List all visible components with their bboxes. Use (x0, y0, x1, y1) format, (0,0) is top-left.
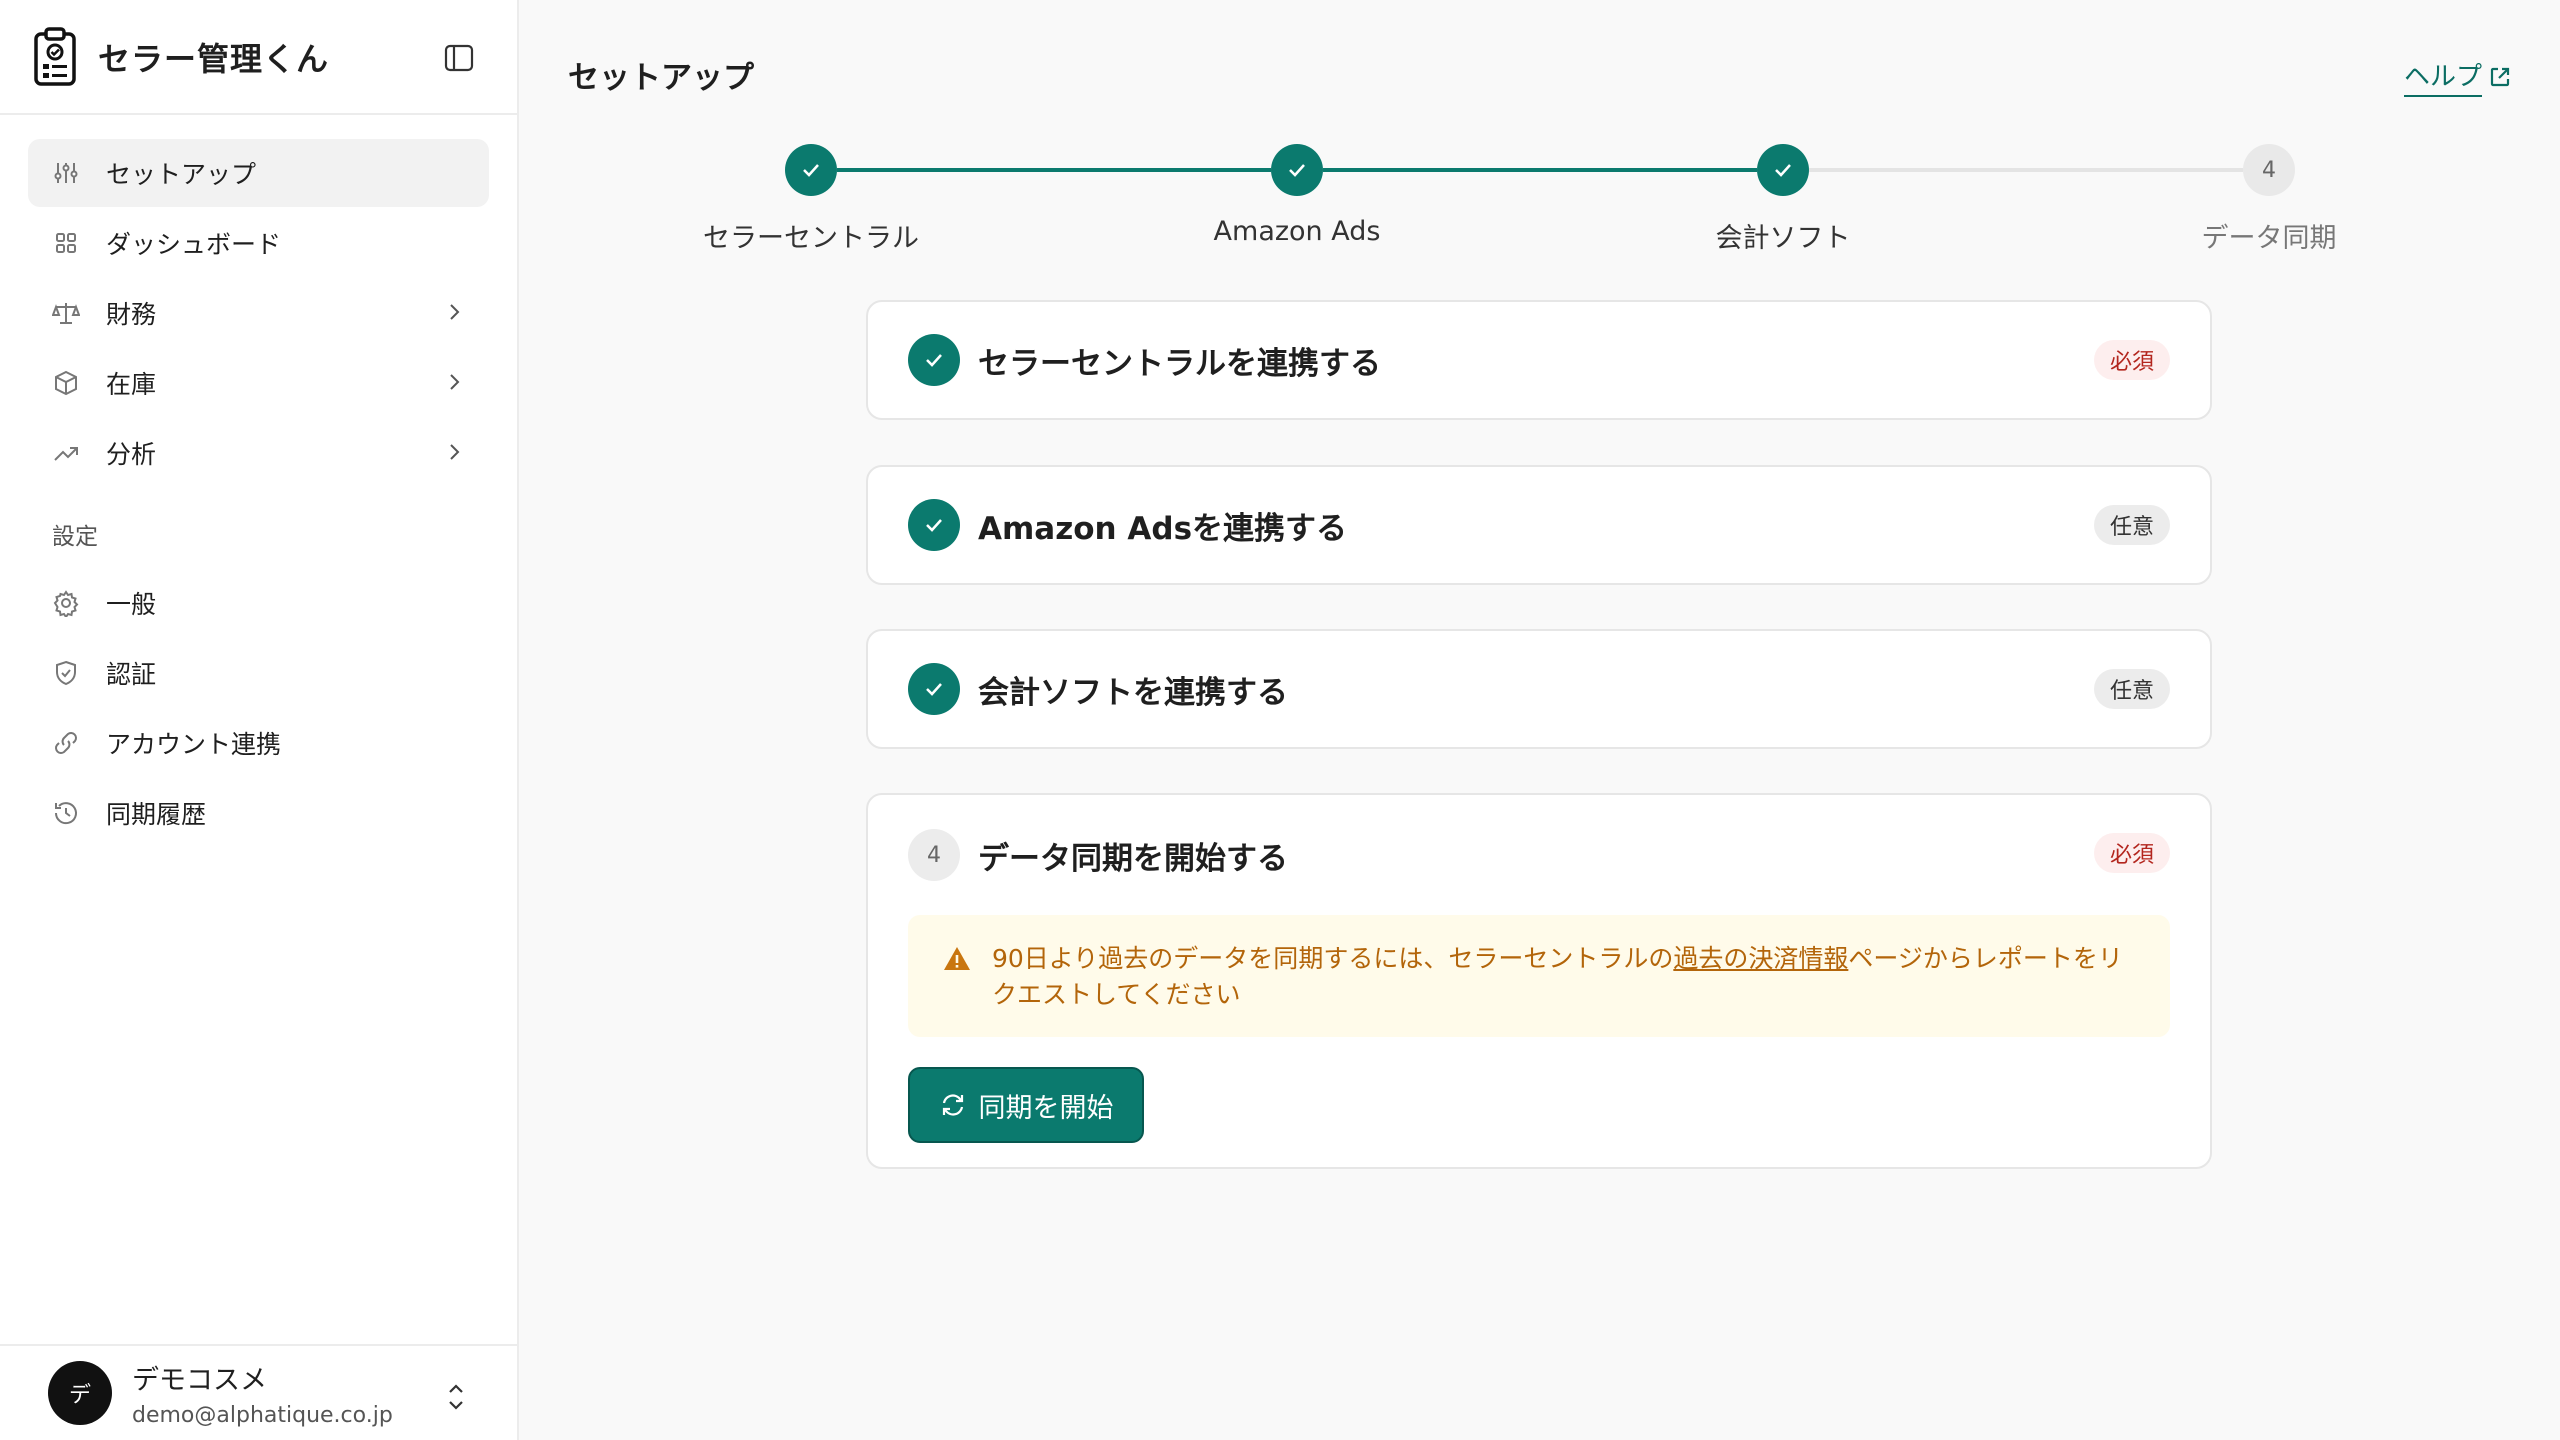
avatar: デ (48, 1361, 112, 1425)
chevron-right-icon (450, 444, 460, 460)
chevron-right-icon (450, 374, 460, 390)
settings-section-label: 設定 (52, 524, 98, 550)
link-icon (55, 732, 77, 754)
step-2-label: Amazon Ads (1213, 216, 1381, 247)
user-menu[interactable]: デ デモコスメ demo@alphatique.co.jp (0, 1344, 517, 1440)
card-step-number: 4 (908, 829, 960, 881)
setup-stepper: 4 セラーセントラル Amazon Ads 会計ソフト データ同期 (0, 0, 2560, 260)
sidebar-item-inventory[interactable]: 在庫 (28, 349, 489, 417)
required-badge: 必須 (2093, 833, 2170, 873)
sidebar-item-label: 分析 (106, 440, 157, 469)
warning-text: 90日より過去のデータを同期するには、セラーセントラルの過去の決済情報ページから… (992, 944, 2123, 1009)
payment-history-link[interactable]: 過去の決済情報 (1673, 944, 1848, 973)
sidebar-item-finance[interactable]: 財務 (28, 279, 489, 347)
box-icon (55, 370, 77, 396)
scale-icon (52, 303, 80, 324)
trending-icon (54, 447, 78, 461)
check-icon (1289, 164, 1305, 177)
sidebar-item-general[interactable]: 一般 (28, 569, 489, 637)
sidebar-item-auth[interactable]: 認証 (28, 639, 489, 707)
step-connector-1 (837, 168, 1271, 172)
user-email: demo@alphatique.co.jp (132, 1403, 393, 1428)
card-status-indicator (908, 663, 960, 715)
optional-badge: 任意 (2093, 669, 2170, 709)
step-4-indicator: 4 (2243, 144, 2295, 196)
setup-card-data-sync: 4 データ同期を開始する 必須 90日より過去のデータを同期するには、セラーセン… (866, 793, 2212, 1169)
check-icon (1775, 164, 1791, 177)
check-icon (926, 519, 942, 532)
shield-icon (56, 660, 76, 686)
chevron-up-down-icon[interactable] (443, 1378, 469, 1416)
start-sync-button[interactable]: 同期を開始 (908, 1067, 1144, 1143)
setup-card-seller-central[interactable]: セラーセントラルを連携する 必須 (866, 300, 2212, 420)
card-title: セラーセントラルを連携する (978, 345, 1381, 382)
refresh-icon (942, 1094, 963, 1116)
card-title: 会計ソフトを連携する (978, 674, 1288, 711)
history-icon (54, 802, 77, 825)
warning-alert: 90日より過去のデータを同期するには、セラーセントラルの過去の決済情報ページから… (908, 915, 2170, 1037)
user-name: デモコスメ (132, 1365, 267, 1396)
sidebar-item-label: 同期履歴 (106, 800, 207, 829)
optional-badge: 任意 (2093, 505, 2170, 545)
check-icon (803, 164, 819, 177)
sidebar-item-label: 財務 (106, 300, 157, 329)
setup-card-amazon-ads[interactable]: Amazon Adsを連携する 任意 (866, 465, 2212, 585)
step-3-indicator (1757, 144, 1809, 196)
sidebar-item-analytics[interactable]: 分析 (28, 419, 489, 487)
check-icon (926, 683, 942, 696)
gear-icon (53, 590, 79, 617)
step-1-label: セラーセントラル (703, 223, 919, 254)
card-status-indicator (908, 499, 960, 551)
sidebar-item-label: 認証 (106, 660, 157, 689)
sidebar-item-label: 一般 (106, 590, 157, 619)
required-badge: 必須 (2093, 340, 2170, 380)
setup-card-accounting[interactable]: 会計ソフトを連携する 任意 (866, 629, 2212, 749)
card-status-indicator (908, 334, 960, 386)
step-4-label: データ同期 (2201, 223, 2337, 254)
step-1-indicator (785, 144, 837, 196)
check-icon (926, 354, 942, 367)
start-sync-label: 同期を開始 (978, 1092, 1114, 1124)
chevron-right-icon (450, 304, 460, 320)
warning-icon (944, 947, 970, 970)
sidebar-item-account-link[interactable]: アカウント連携 (28, 709, 489, 777)
step-3-label: 会計ソフト (1715, 223, 1851, 254)
step-2-indicator (1271, 144, 1323, 196)
card-title: Amazon Adsを連携する (978, 510, 1348, 547)
sidebar-item-label: アカウント連携 (106, 730, 282, 759)
step-connector-2 (1323, 168, 1757, 172)
sidebar-item-sync-history[interactable]: 同期履歴 (28, 779, 489, 847)
card-title: データ同期を開始する (978, 840, 1288, 877)
sidebar-item-label: 在庫 (106, 370, 157, 399)
step-connector-3 (1809, 168, 2243, 172)
